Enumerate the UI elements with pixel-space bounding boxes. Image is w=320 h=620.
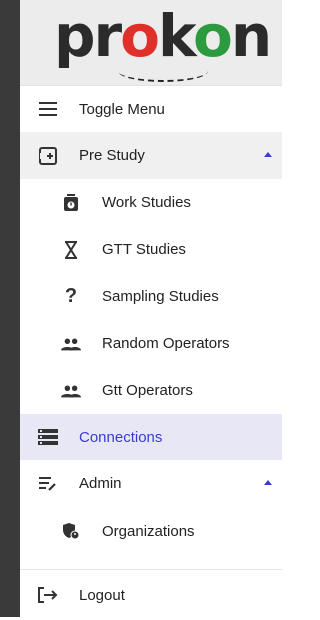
stopwatch-icon [61,193,81,213]
hourglass-icon [61,240,81,260]
work-studies-label: Work Studies [102,194,191,211]
logout-item[interactable]: Logout [20,570,282,620]
connections-item[interactable]: Connections [20,414,282,460]
toggle-menu-label: Toggle Menu [79,100,165,118]
left-rail [0,0,20,617]
connections-label: Connections [79,428,163,446]
gtt-operators-label: Gtt Operators [102,382,193,399]
people-icon [61,334,81,354]
people-icon [61,381,81,401]
nav-drawer: prokon Toggle Menu Pre Study Work Studie… [20,0,282,617]
question-icon: ? [64,285,78,307]
admin-item[interactable]: Admin [20,460,282,507]
admin-icon [38,474,58,494]
logo-area: prokon [20,0,282,86]
pre-study-label: Pre Study [79,147,145,164]
chevron-up-icon[interactable] [264,152,272,157]
toggle-menu-item[interactable]: Toggle Menu [20,86,282,132]
pre-study-icon [38,146,58,166]
logo-swoosh [118,60,208,82]
logout-label: Logout [79,586,125,604]
pre-study-item[interactable]: Pre Study [20,132,282,179]
organizations-label: Organizations [102,522,195,540]
gtt-studies-label: GTT Studies [102,241,186,258]
random-operators-label: Random Operators [102,335,230,352]
menu-icon [38,99,58,119]
sidebar-item-organizations[interactable]: Organizations [20,507,282,555]
sidebar-item-random-operators[interactable]: Random Operators [20,320,282,367]
sidebar-item-work-studies[interactable]: Work Studies [20,179,282,226]
logo: prokon [54,2,272,70]
sampling-studies-label: Sampling Studies [102,288,219,305]
organization-icon [61,521,81,541]
admin-label: Admin [79,475,122,492]
connections-icon [38,427,58,447]
chevron-up-icon[interactable] [264,480,272,485]
logout-icon [38,585,58,605]
sidebar-item-gtt-operators[interactable]: Gtt Operators [20,367,282,414]
sidebar-item-gtt-studies[interactable]: GTT Studies [20,226,282,273]
sidebar-item-sampling-studies[interactable]: ? Sampling Studies [20,273,282,320]
